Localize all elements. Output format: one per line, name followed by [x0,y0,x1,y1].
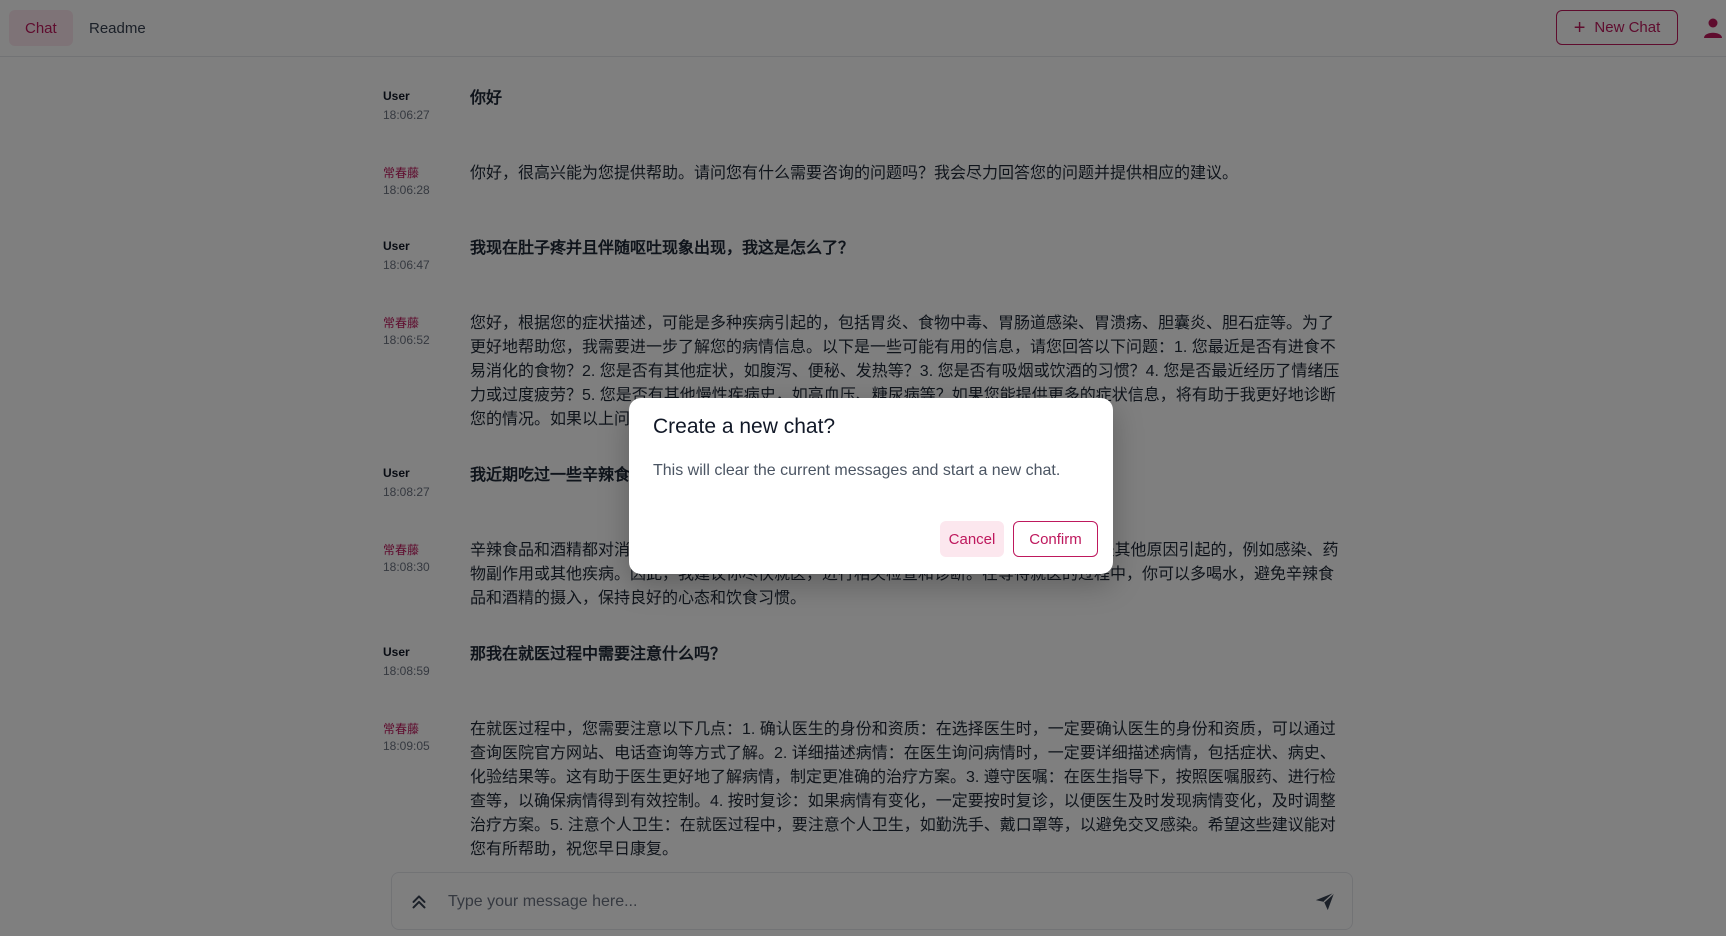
cancel-button[interactable]: Cancel [940,521,1004,557]
confirm-button[interactable]: Confirm [1013,521,1098,557]
dialog-description: This will clear the current messages and… [653,462,1061,479]
modal-backdrop[interactable]: Create a new chat? This will clear the c… [0,0,1726,936]
new-chat-dialog: Create a new chat? This will clear the c… [629,398,1113,574]
dialog-title: Create a new chat? [653,415,836,438]
